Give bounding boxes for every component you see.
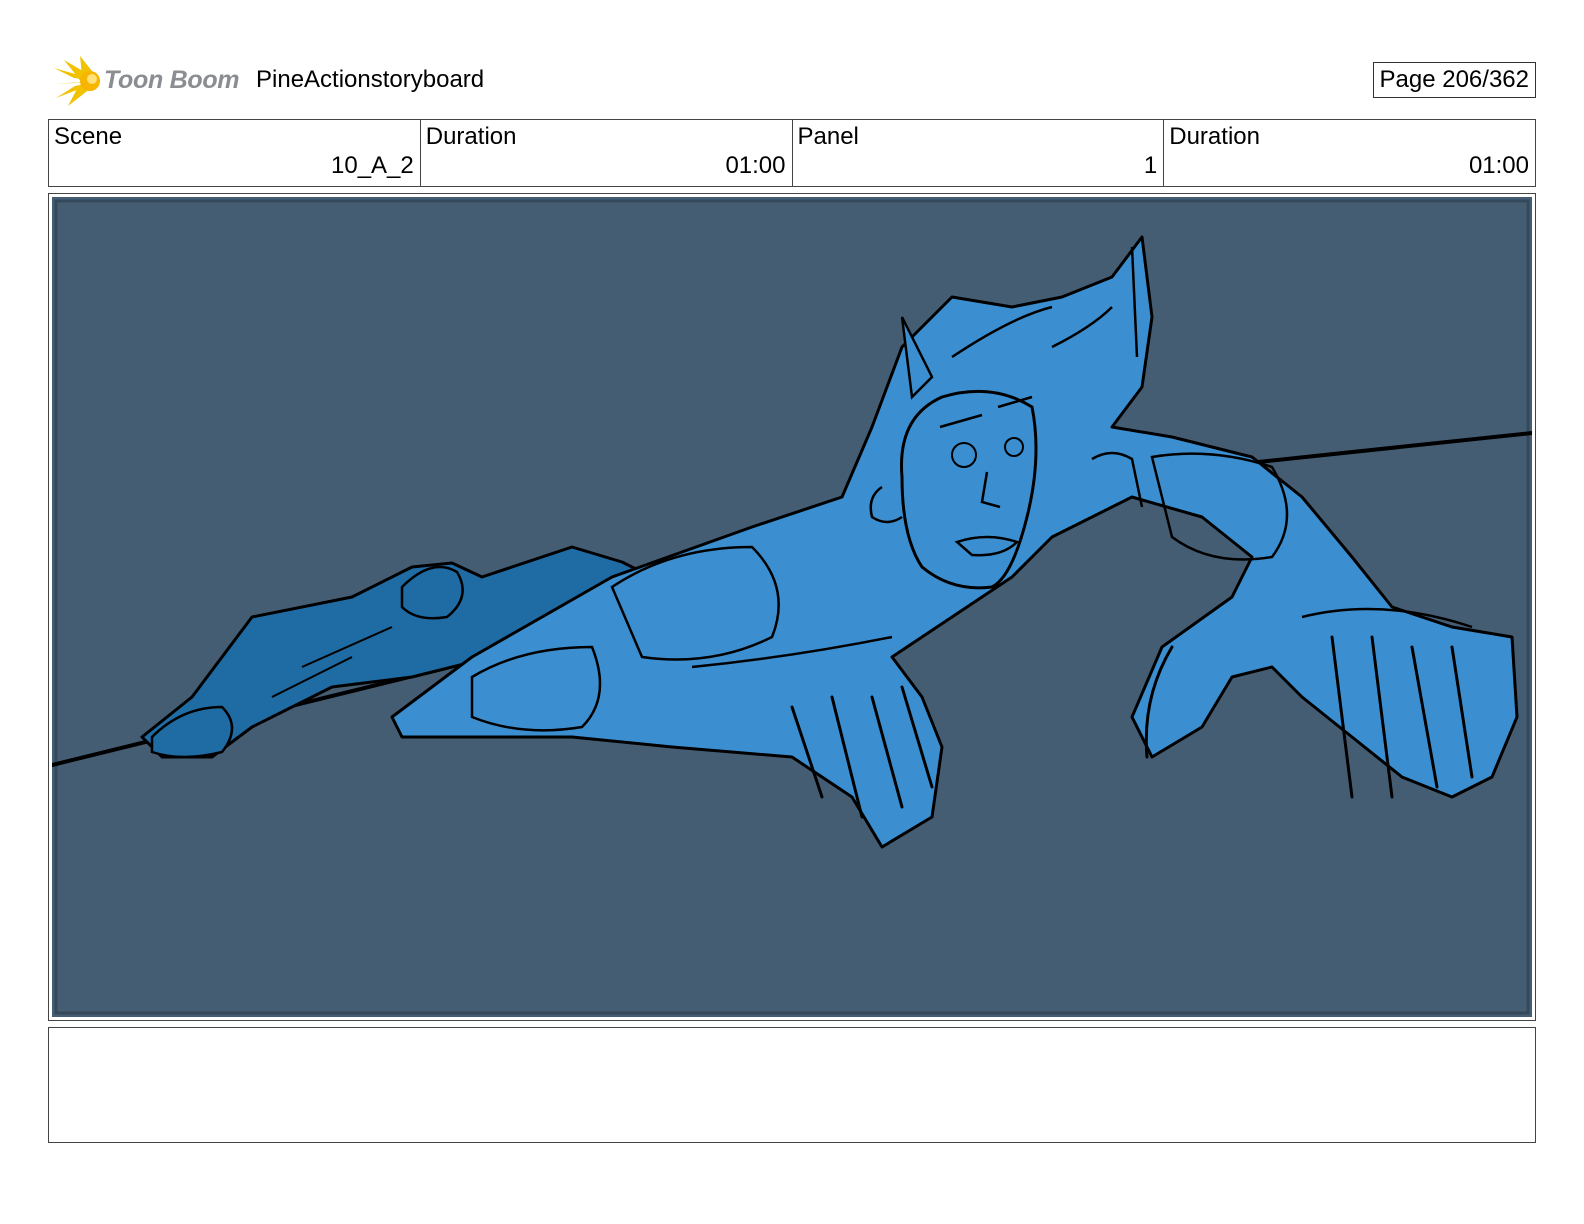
panel-cell: Panel 1 bbox=[793, 120, 1165, 186]
panel-duration-cell: Duration 01:00 bbox=[1164, 120, 1535, 186]
panel-notes-box bbox=[48, 1027, 1536, 1143]
panel-duration-label: Duration bbox=[1169, 123, 1260, 150]
storyboard-panel-image bbox=[52, 197, 1532, 1017]
panel-duration-value: 01:00 bbox=[1468, 152, 1529, 179]
scene-info-table: Scene 10_A_2 Duration 01:00 Panel 1 Dura… bbox=[48, 119, 1536, 187]
panel-value: 1 bbox=[1143, 152, 1158, 179]
scene-cell: Scene 10_A_2 bbox=[49, 120, 421, 186]
scene-duration-cell: Duration 01:00 bbox=[421, 120, 793, 186]
scene-label: Scene bbox=[54, 123, 123, 150]
panel-label: Panel bbox=[797, 123, 859, 150]
project-title: PineActionstoryboard bbox=[256, 66, 485, 93]
logo-text: Toon Boom bbox=[104, 66, 240, 94]
scene-value: 10_A_2 bbox=[331, 152, 414, 179]
scene-duration-value: 01:00 bbox=[725, 152, 786, 179]
main-figure bbox=[390, 235, 1519, 849]
panel-frame bbox=[48, 193, 1536, 1021]
storyboard-drawing bbox=[52, 199, 1532, 1015]
page-number: Page 206/362 bbox=[1372, 62, 1536, 98]
page-header: Toon Boom PineActionstoryboard Page 206/… bbox=[48, 52, 1536, 108]
toon-boom-logo: Toon Boom bbox=[50, 54, 240, 108]
scene-duration-label: Duration bbox=[425, 123, 517, 150]
starburst-icon bbox=[52, 56, 100, 106]
